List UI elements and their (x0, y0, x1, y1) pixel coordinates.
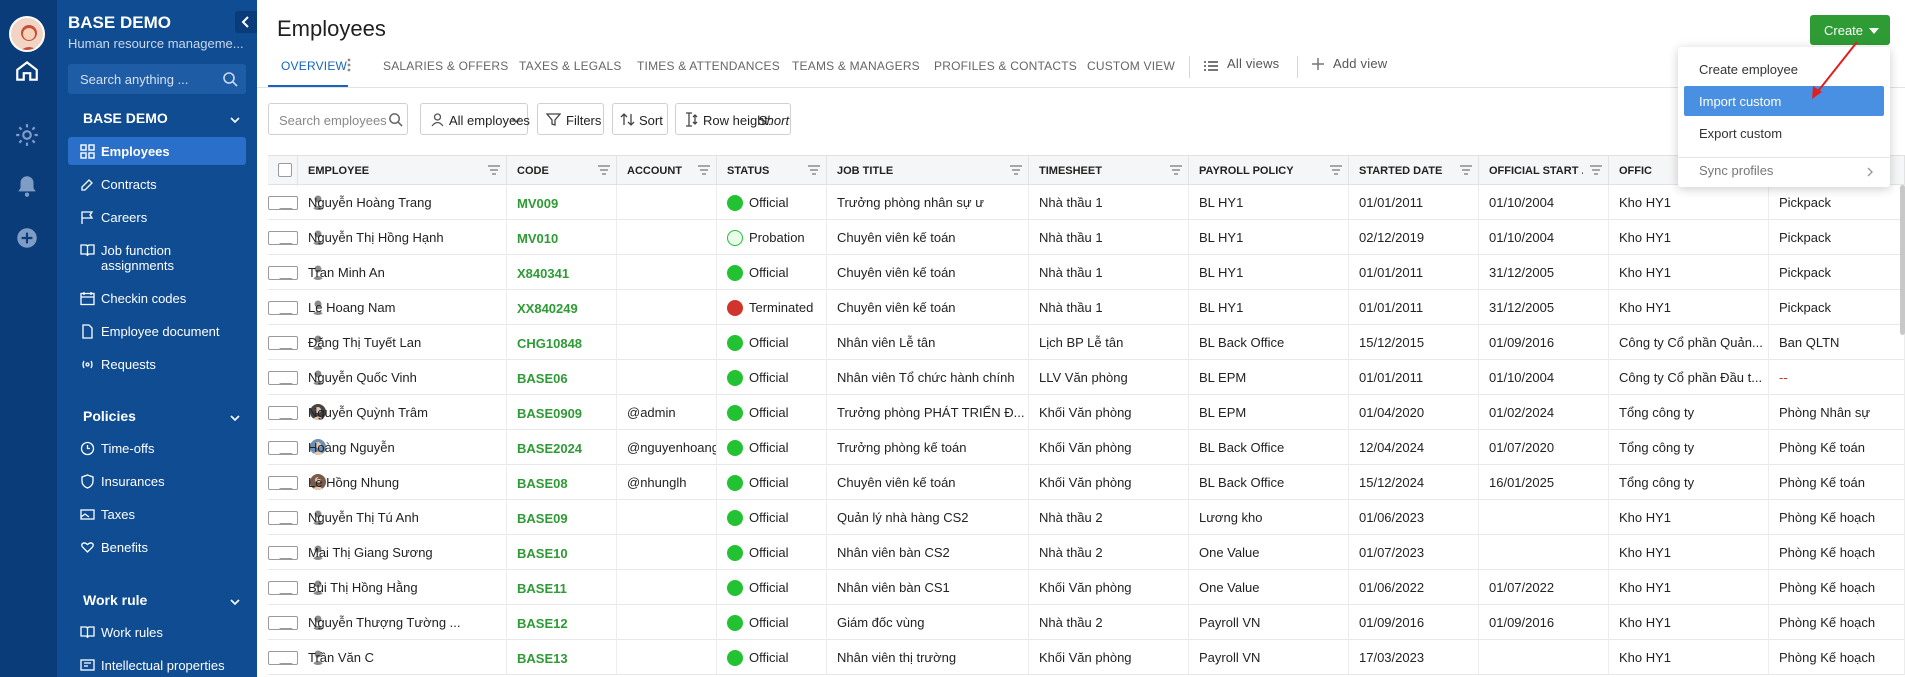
annotation-arrow (1812, 41, 1858, 99)
app-window: BASE DEMO Human resource manageme... Sea… (0, 0, 1905, 677)
